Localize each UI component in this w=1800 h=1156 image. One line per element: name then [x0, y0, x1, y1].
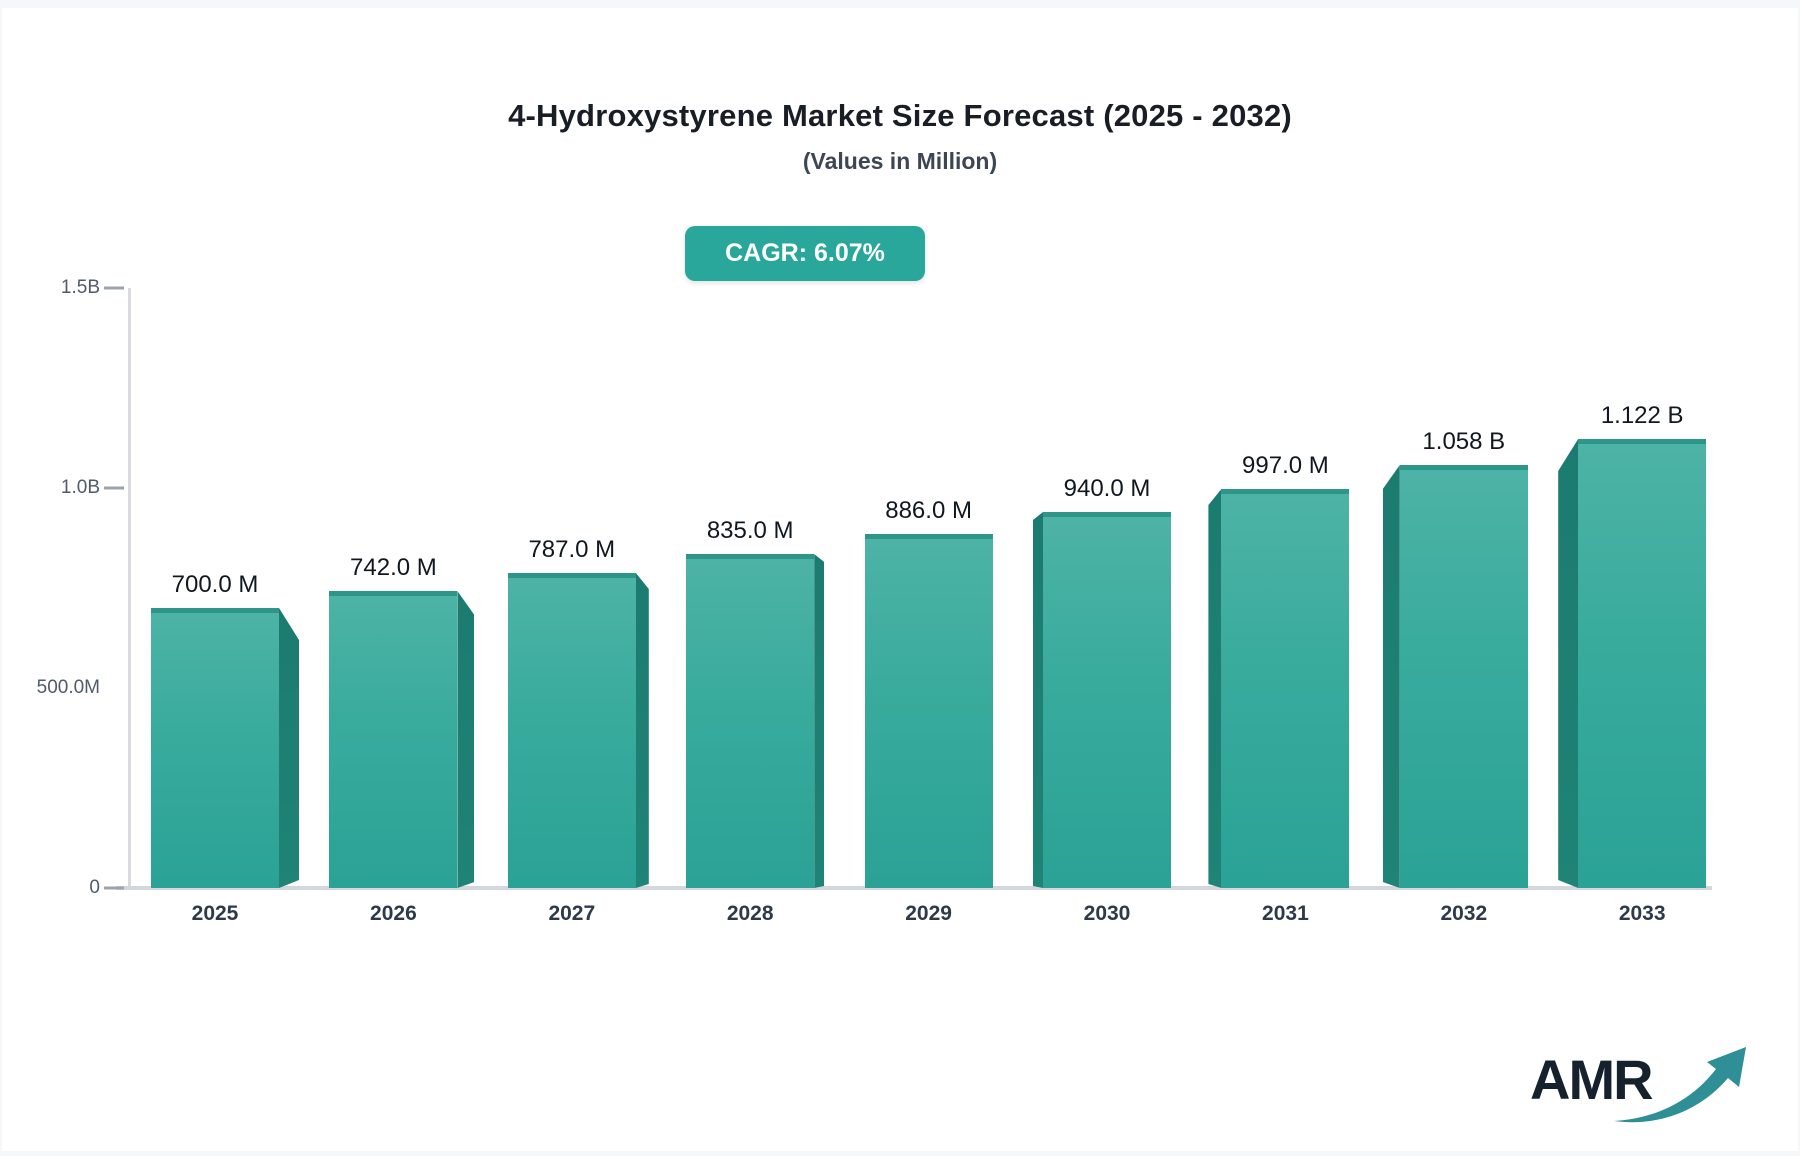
bar-front-face	[1578, 439, 1707, 888]
bar-front-face	[507, 573, 636, 888]
bar-front-face	[151, 608, 279, 888]
bar-side-face	[1558, 439, 1578, 888]
y-tick-dash	[104, 286, 124, 290]
bar-value-label: 1.122 B	[1600, 402, 1684, 429]
bar-side-face	[457, 591, 474, 888]
bar-front-face	[1221, 489, 1350, 888]
chart-subtitle: (Values in Million)	[802, 148, 998, 174]
cagr-badge-label: CAGR: 6.07%	[725, 239, 885, 267]
bar-side-face	[1383, 465, 1400, 888]
bar-value-label: 1.058 B	[1422, 428, 1506, 455]
x-axis-label: 2030	[1083, 902, 1131, 925]
bar-side-face	[814, 554, 824, 888]
bar-2029	[864, 534, 993, 888]
bar-side-face	[1033, 512, 1043, 888]
y-tick-dash	[104, 486, 124, 490]
growth-arrow-icon	[1614, 1047, 1746, 1123]
bar-2027	[507, 573, 649, 888]
cagr-badge: CAGR: 6.07%	[685, 226, 925, 281]
bar-2032	[1383, 465, 1528, 888]
y-tick-label: 500.0M	[36, 677, 100, 698]
bar-value-label: 886.0 M	[885, 497, 972, 524]
y-axis-line	[128, 288, 131, 888]
chart-title: 4-Hydroxystyrene Market Size Forecast (2…	[508, 98, 1292, 133]
bar-front-face	[1043, 512, 1171, 888]
bar-2033	[1558, 439, 1707, 888]
bar-2025	[151, 608, 299, 888]
bar-2030	[1033, 512, 1171, 888]
bar-value-label: 997.0 M	[1242, 452, 1329, 479]
amr-logo: AMR	[1530, 1035, 1760, 1130]
x-axis-label: 2026	[370, 902, 417, 925]
bar-value-label: 742.0 M	[350, 554, 437, 581]
y-tick-label: 1.0B	[60, 477, 100, 498]
bar-front-face	[1399, 465, 1528, 888]
chart-stage: 4-Hydroxystyrene Market Size Forecast (2…	[0, 0, 1800, 1156]
x-axis-label: 2031	[1262, 902, 1309, 925]
bar-side-face	[1208, 489, 1221, 888]
bar-side-face	[279, 608, 299, 888]
bar-2028	[686, 554, 824, 888]
x-axis-label: 2025	[191, 902, 239, 925]
y-tick-label: 0	[89, 877, 100, 898]
y-tick-dash	[104, 886, 124, 890]
bar-value-label: 787.0 M	[528, 536, 616, 563]
bar-value-label: 940.0 M	[1063, 475, 1151, 502]
x-axis-label: 2029	[905, 902, 952, 925]
bar-value-label: 835.0 M	[706, 517, 794, 544]
bar-value-label: 700.0 M	[171, 571, 259, 598]
x-axis-label: 2032	[1440, 902, 1488, 925]
bar-front-face	[329, 591, 458, 888]
x-axis-label: 2027	[548, 902, 596, 925]
y-tick-label: 1.5B	[60, 277, 100, 298]
bar-2026	[329, 591, 474, 888]
bar-front-face	[864, 534, 993, 888]
x-axis-label: 2028	[726, 902, 774, 925]
bar-front-face	[686, 554, 815, 888]
bar-2031	[1208, 489, 1350, 888]
bar-side-face	[636, 573, 649, 888]
x-axis-label: 2033	[1618, 902, 1666, 925]
